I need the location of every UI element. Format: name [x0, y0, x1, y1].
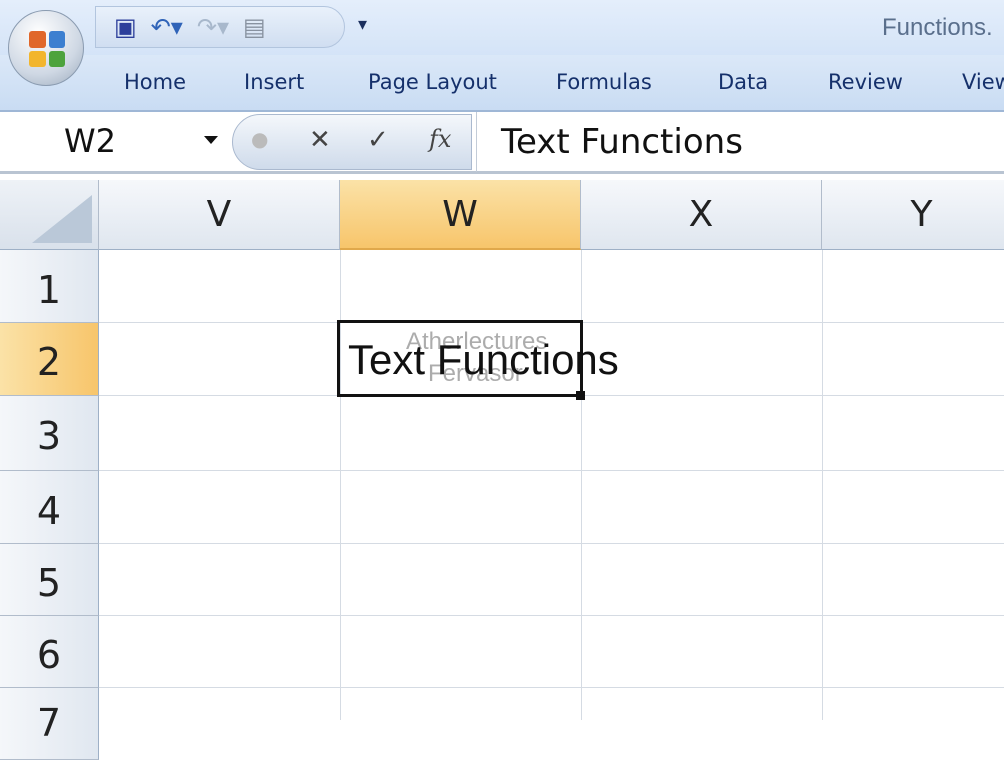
row-header-1[interactable]: 1 [0, 250, 99, 323]
gridline [822, 250, 823, 720]
window-title: Functions. [882, 14, 993, 41]
column-header-w[interactable]: W [340, 180, 581, 250]
resize-handle-icon: ● [251, 127, 269, 151]
row-header-6[interactable]: 6 [0, 616, 99, 688]
tab-insert[interactable]: Insert [244, 70, 304, 94]
fill-handle[interactable] [576, 391, 585, 400]
tab-view[interactable]: View [962, 70, 1004, 94]
formula-bar: W2 ● ✕ ✓ fx Text Functions [0, 112, 1004, 174]
undo-icon[interactable]: ↶▾ [151, 13, 183, 41]
row-header-2[interactable]: 2 [0, 323, 99, 396]
row-header-3[interactable]: 3 [0, 396, 99, 471]
tab-page-layout[interactable]: Page Layout [368, 70, 497, 94]
tab-formulas[interactable]: Formulas [556, 70, 652, 94]
column-header-x[interactable]: X [581, 180, 822, 250]
tab-home[interactable]: Home [124, 70, 186, 94]
form-icon[interactable]: ▤ [243, 13, 266, 41]
formula-input[interactable]: Text Functions [476, 112, 1004, 172]
tab-review[interactable]: Review [828, 70, 903, 94]
gridline [99, 470, 1004, 471]
save-icon[interactable]: ▣ [114, 13, 137, 41]
name-box[interactable]: W2 [0, 112, 228, 172]
redo-icon[interactable]: ↷▾ [197, 13, 229, 41]
office-logo-icon [29, 31, 65, 67]
select-all-button[interactable] [0, 180, 99, 250]
gridline [99, 615, 1004, 616]
row-header-4[interactable]: 4 [0, 471, 99, 544]
row-header-5[interactable]: 5 [0, 544, 99, 616]
column-header-v[interactable]: V [99, 180, 340, 250]
enter-icon[interactable]: ✓ [367, 125, 389, 155]
cancel-icon[interactable]: ✕ [309, 125, 331, 155]
tab-data[interactable]: Data [718, 70, 768, 94]
cell-w2-text: Text Functions [348, 336, 619, 383]
gridline [99, 543, 1004, 544]
quick-access-toolbar: ▣ ↶▾ ↷▾ ▤ [95, 6, 345, 48]
formula-buttons: ● ✕ ✓ fx [232, 114, 472, 170]
row-header-7[interactable]: 7 [0, 688, 99, 760]
customize-qat-icon[interactable]: ▾ [358, 14, 367, 35]
gridline [99, 687, 1004, 688]
column-header-y[interactable]: Y [822, 180, 1004, 250]
name-box-dropdown-icon[interactable] [204, 136, 218, 144]
office-button[interactable] [8, 10, 84, 86]
insert-function-icon[interactable]: fx [429, 125, 451, 153]
